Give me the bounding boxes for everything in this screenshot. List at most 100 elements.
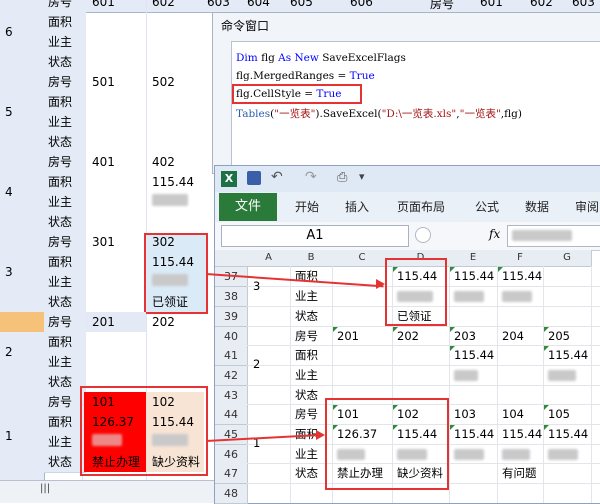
code-line: flg.MergedRanges = True (236, 70, 375, 82)
owner-cell-blurred[interactable] (498, 445, 530, 464)
tab-home[interactable]: 开始 (295, 198, 319, 215)
field-label-cell[interactable]: 状态 (291, 464, 318, 483)
column-header[interactable]: E (449, 250, 498, 267)
save-icon[interactable] (247, 171, 261, 185)
column-header[interactable]: A (247, 250, 291, 267)
owner-cell-blurred[interactable] (498, 287, 532, 306)
owner-cell-blurred[interactable] (450, 366, 478, 385)
field-label-cell[interactable]: 房号 (291, 405, 318, 424)
column-header[interactable]: C (332, 250, 393, 267)
group-number-cell[interactable]: 3 (249, 277, 260, 296)
header-col-label: 602 (152, 0, 175, 9)
row-header[interactable]: 38 (215, 287, 248, 307)
row-header[interactable]: 46 (215, 445, 248, 465)
owner-cell-blurred[interactable] (544, 445, 578, 464)
data-cell[interactable]: 115.44 (498, 267, 542, 286)
horizontal-scrollbar[interactable]: ||| (0, 480, 214, 503)
field-label: 房号 (44, 152, 86, 173)
row-header[interactable]: 42 (215, 366, 248, 386)
room-number-cell[interactable]: 401 (86, 152, 115, 172)
name-box-dropdown-icon[interactable] (415, 227, 431, 243)
fx-icon[interactable]: fx (489, 227, 500, 241)
tab-file[interactable]: 文件 (219, 193, 277, 221)
field-label-cell[interactable]: 面积 (291, 267, 318, 286)
column-header[interactable]: F (497, 250, 544, 267)
room-number-cell[interactable]: 301 (86, 232, 115, 252)
data-cell[interactable]: 204 (498, 327, 524, 346)
row-header[interactable]: 44 (215, 405, 248, 425)
print-preview-icon[interactable]: ⎙ (337, 170, 347, 185)
area-cell[interactable]: 115.44 (146, 172, 194, 192)
annotation-box (144, 233, 208, 314)
owner-cell-blurred[interactable] (450, 287, 484, 306)
owner-cell-blurred[interactable] (450, 445, 484, 464)
data-cell[interactable]: 104 (498, 405, 524, 424)
header-col-label: 601 (480, 0, 503, 9)
tab-formulas[interactable]: 公式 (475, 198, 499, 215)
data-cell[interactable]: 103 (450, 405, 476, 424)
group-number: 4 (0, 152, 45, 233)
tab-review[interactable]: 审阅 (575, 198, 599, 215)
formula-input[interactable] (507, 225, 600, 247)
field-label-cell[interactable]: 业主 (291, 287, 318, 306)
data-cell[interactable]: 115.44 (544, 425, 588, 444)
header-col-label: 605 (290, 0, 313, 9)
room-number-cell[interactable]: 402 (146, 152, 175, 172)
field-label-cell[interactable]: 面积 (291, 346, 318, 365)
quick-access-toolbar: X ↶ ↷ ⎙ ▾ (215, 166, 600, 192)
field-label: 房号 (44, 72, 86, 93)
tab-page-layout[interactable]: 页面布局 (397, 198, 445, 215)
header-col-label: 602 (530, 0, 553, 9)
row-header[interactable]: 48 (215, 484, 248, 504)
field-label-cell[interactable]: 状态 (291, 307, 318, 326)
excel-window[interactable]: X ↶ ↷ ⎙ ▾ 文件 开始 插入 页面布局 公式 数据 审阅 A1 fx A… (214, 165, 600, 504)
room-number-cell[interactable]: 502 (146, 72, 175, 92)
header-col-label: 606 (350, 0, 373, 9)
data-cell[interactable]: 115.44 (544, 346, 588, 365)
row-header[interactable]: 43 (215, 386, 248, 406)
field-label: 面积 (44, 332, 86, 353)
field-label-cell[interactable]: 状态 (291, 386, 318, 405)
customize-toolbar-icon[interactable]: ▾ (359, 170, 365, 183)
data-cell[interactable]: 115.44 (450, 267, 494, 286)
field-label-cell[interactable]: 业主 (291, 366, 318, 385)
row-header[interactable]: 41 (215, 346, 248, 366)
field-label: 业主 (44, 272, 86, 293)
room-number-cell[interactable]: 202 (146, 312, 175, 332)
room-number-cell-selected[interactable]: 201 (86, 312, 146, 332)
tab-insert[interactable]: 插入 (345, 198, 369, 215)
group-number-cell[interactable]: 2 (249, 355, 260, 374)
data-cell[interactable]: 115.44 (450, 346, 494, 365)
row-header[interactable]: 47 (215, 464, 248, 484)
undo-icon[interactable]: ↶ (271, 169, 283, 185)
arrowhead-icon (316, 430, 325, 440)
row-header[interactable]: 45 (215, 425, 248, 445)
owner-cell-blurred[interactable] (544, 366, 576, 385)
field-label-cell[interactable]: 业主 (291, 445, 318, 464)
data-cell[interactable]: 115.44 (450, 425, 494, 444)
owner-cell-blurred[interactable] (146, 192, 188, 212)
column-header[interactable]: B (290, 250, 333, 267)
command-window[interactable]: 命令窗口 Dim flg As New SaveExcelFlags flg.M… (212, 12, 600, 175)
data-cell[interactable]: 115.44 (498, 425, 542, 444)
column-header[interactable]: G (543, 250, 592, 267)
room-number-cell[interactable]: 501 (86, 72, 115, 92)
tab-data[interactable]: 数据 (525, 198, 549, 215)
row-header[interactable]: 39 (215, 307, 248, 327)
name-box[interactable]: A1 (221, 225, 409, 247)
select-all-corner[interactable] (215, 250, 248, 267)
code-editor[interactable]: Dim flg As New SaveExcelFlags flg.Merged… (231, 41, 600, 175)
annotation-box (80, 386, 208, 476)
row-header[interactable]: 40 (215, 327, 248, 347)
header-col-label: 601 (92, 0, 115, 9)
data-cell[interactable]: 有问题 (498, 464, 537, 483)
field-label: 房号 (44, 312, 86, 333)
redo-icon[interactable]: ↷ (305, 169, 317, 185)
header-col-label: 房号 (430, 0, 455, 11)
field-label: 业主 (44, 32, 86, 53)
field-label-cell[interactable]: 房号 (291, 327, 318, 346)
field-label: 状态 (44, 132, 86, 153)
annotation-box (385, 258, 447, 326)
formula-bar: A1 fx (215, 222, 600, 251)
header-col-label: 603 (572, 0, 595, 9)
